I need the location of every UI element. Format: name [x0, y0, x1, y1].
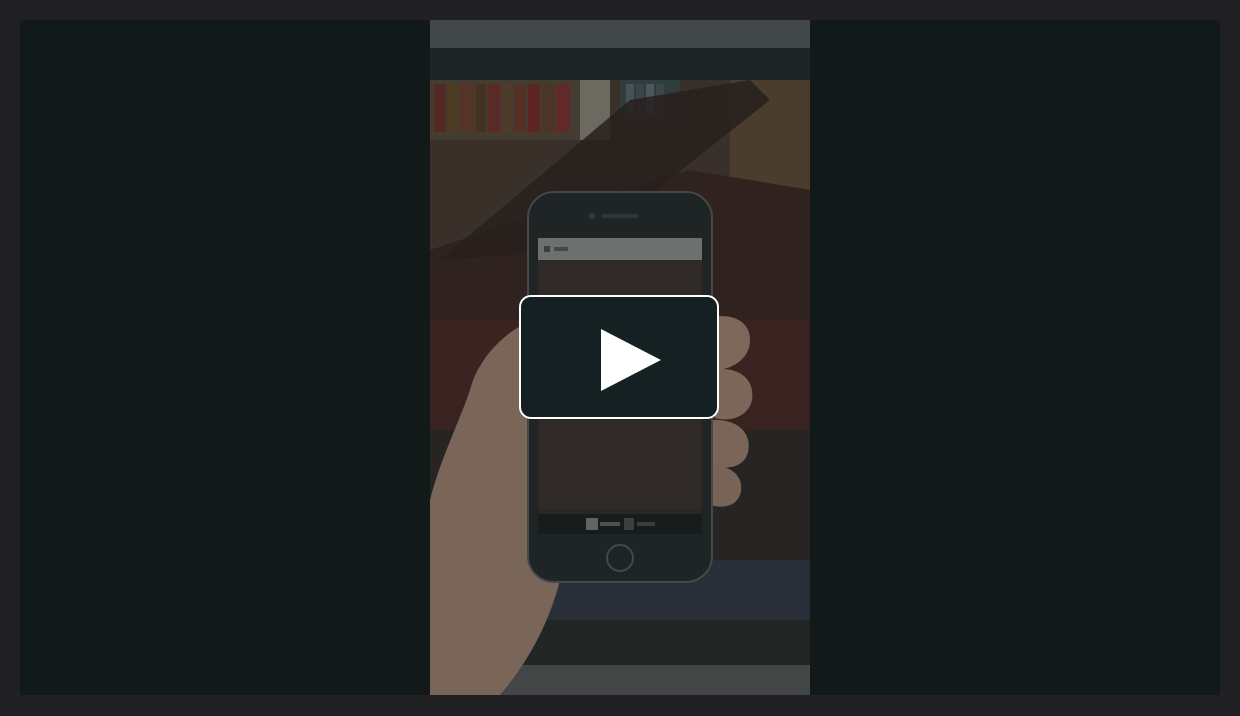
play-icon: [601, 329, 661, 391]
video-player[interactable]: [20, 20, 1220, 695]
play-button[interactable]: [519, 295, 719, 419]
